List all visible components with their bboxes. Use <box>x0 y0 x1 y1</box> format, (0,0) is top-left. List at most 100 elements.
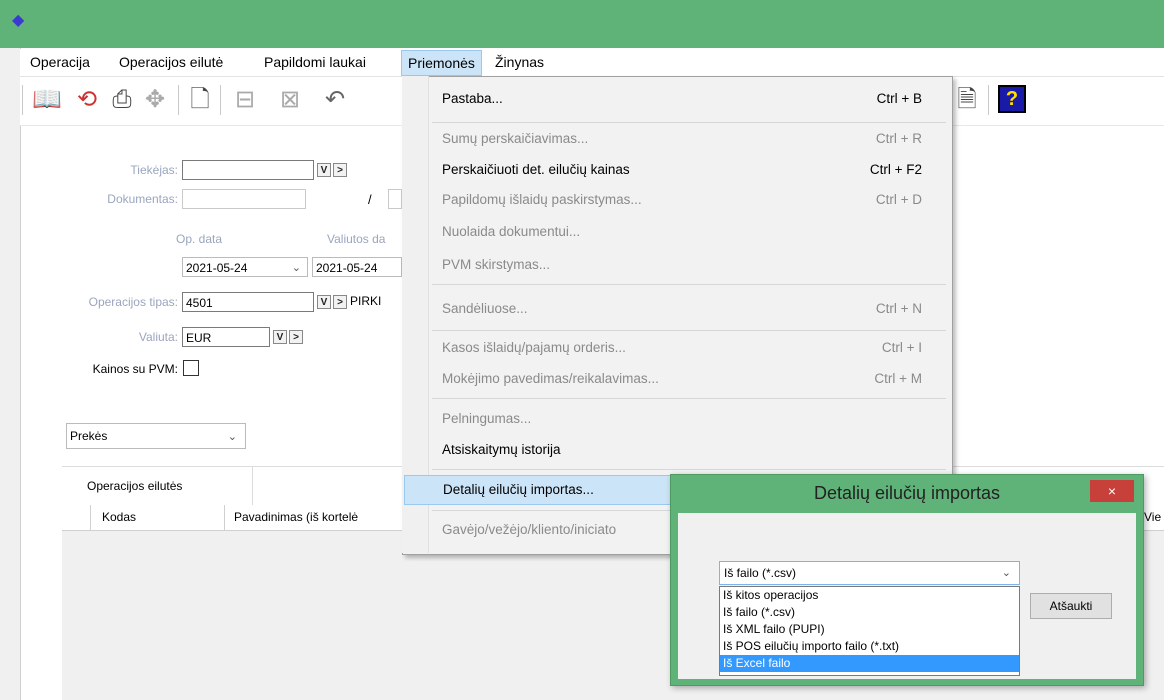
column-pavadinimas[interactable]: Pavadinimas (iš kortelė <box>234 510 358 524</box>
op-data-label: Op. data <box>176 232 223 246</box>
menu-item-shortcut: Ctrl + F2 <box>869 162 922 177</box>
menu-item-perskaiciuoti-kainas[interactable]: Perskaičiuoti det. eilučių kainas Ctrl + … <box>442 159 932 181</box>
menu-item-sumu-perskaiciavimas[interactable]: Sumų perskaičiavimas... Ctrl + R <box>442 128 932 150</box>
dokumentas-field[interactable] <box>182 189 306 209</box>
tab-operacijos-eilutes[interactable]: Operacijos eilutės <box>62 467 253 505</box>
dropdown-v-icon[interactable]: V <box>317 295 331 309</box>
dialog-title: Detalių eilučių importas <box>813 483 1001 503</box>
menu-item-label: Mokėjimo pavedimas/reikalavimas... <box>442 371 659 386</box>
menu-item-shortcut: Ctrl + D <box>875 192 922 207</box>
column-kodas[interactable]: Kodas <box>102 510 136 524</box>
left-frame <box>0 48 21 700</box>
dialog-body: Iš failo (*.csv) ⌄ Iš kitos operacijos I… <box>678 513 1136 679</box>
dropdown-v-icon[interactable]: V <box>273 330 287 344</box>
menu-separator <box>432 398 946 399</box>
toolbar-separator <box>178 85 179 115</box>
kainos-su-pvm-checkbox[interactable] <box>183 360 199 376</box>
option-is-pos-failo[interactable]: Iš POS eilučių importo failo (*.txt) <box>720 638 1019 655</box>
import-source-select[interactable]: Iš failo (*.csv) ⌄ <box>719 561 1020 585</box>
menu-separator <box>432 469 946 470</box>
arrow-right-icon[interactable]: > <box>333 295 347 309</box>
valiuta-field[interactable]: EUR <box>182 327 270 347</box>
chevron-down-icon[interactable]: ⌄ <box>292 258 301 278</box>
cancel-button[interactable]: Atšaukti <box>1030 593 1112 619</box>
menu-item-label: PVM skirstymas... <box>442 257 551 272</box>
menu-operacija[interactable]: Operacija <box>30 54 90 70</box>
menu-item-nuolaida-dokumentui[interactable]: Nuolaida dokumentui... <box>442 221 932 243</box>
dropdown-v-icon[interactable]: V <box>317 163 331 177</box>
menu-papildomi-laukai[interactable]: Papildomi laukai <box>264 54 366 70</box>
toolbar-separator <box>220 85 221 115</box>
move-icon[interactable]: ✥ <box>140 85 170 115</box>
new-document-icon[interactable]: 🗋 <box>185 85 215 115</box>
menu-item-shortcut: Ctrl + I <box>881 340 922 355</box>
document-slash: / <box>368 192 372 207</box>
menu-bar: Operacija Operacijos eilutė Papildomi la… <box>20 49 1164 77</box>
dokumentas-number-field[interactable] <box>388 189 402 209</box>
chevron-down-icon[interactable]: ⌄ <box>228 425 237 449</box>
menu-item-pastaba[interactable]: Pastaba... Ctrl + B <box>442 88 932 110</box>
app-icon[interactable]: ◆ <box>12 10 32 30</box>
menu-item-sandeliuose[interactable]: Sandėliuose... Ctrl + N <box>442 298 932 320</box>
menu-item-kasos-orderis[interactable]: Kasos išlaidų/pajamų orderis... Ctrl + I <box>442 337 932 359</box>
tiekejas-field[interactable] <box>182 160 314 180</box>
valiutos-data-field[interactable]: 2021-05-24 <box>312 257 402 277</box>
menu-separator <box>432 284 946 285</box>
menu-separator <box>432 122 946 123</box>
menu-item-shortcut: Ctrl + N <box>875 301 922 316</box>
column-vie-header[interactable]: Vie <box>1142 505 1164 529</box>
option-is-xml-failo[interactable]: Iš XML failo (PUPI) <box>720 621 1019 638</box>
menu-item-shortcut: Ctrl + R <box>875 131 922 146</box>
menu-item-shortcut: Ctrl + B <box>876 91 922 106</box>
menu-priemones[interactable]: Priemonės <box>401 50 482 76</box>
operacijos-tipas-label: Operacijos tipas: <box>88 295 178 309</box>
menu-item-label: Sandėliuose... <box>442 301 528 316</box>
menu-item-pelningumas[interactable]: Pelningumas... <box>442 408 932 430</box>
option-is-excel-failo[interactable]: Iš Excel failo <box>720 655 1019 672</box>
tab-label: Operacijos eilutės <box>87 479 183 493</box>
menu-item-label: Nuolaida dokumentui... <box>442 224 581 239</box>
import-dialog: Detalių eilučių importas × Iš failo (*.c… <box>670 474 1144 686</box>
menu-item-label: Sumų perskaičiavimas... <box>442 131 589 146</box>
menu-zinynas[interactable]: Žinynas <box>495 54 544 70</box>
option-is-kitos-operacijos[interactable]: Iš kitos operacijos <box>720 587 1019 604</box>
valiutos-data-label: Valiutos da <box>327 232 386 246</box>
book-icon[interactable]: 📖 <box>32 85 62 115</box>
operacijos-tipas-description: PIRKI <box>350 294 382 308</box>
op-data-value: 2021-05-24 <box>186 261 248 275</box>
refresh-back-icon[interactable]: ⟲ <box>72 85 102 115</box>
chevron-down-icon[interactable]: ⌄ <box>1002 562 1011 584</box>
help-icon[interactable]: ? <box>998 85 1026 113</box>
op-data-field[interactable]: 2021-05-24 ⌄ <box>182 257 308 277</box>
valiuta-value: EUR <box>186 331 212 345</box>
undo-icon[interactable]: ↶ <box>320 85 350 115</box>
import-source-value: Iš failo (*.csv) <box>724 566 797 580</box>
title-bar <box>0 0 1164 48</box>
menu-item-pvm-skirstymas[interactable]: PVM skirstymas... <box>442 254 932 276</box>
toolbar-separator <box>988 85 989 115</box>
prekes-select[interactable]: Prekės ⌄ <box>66 423 246 449</box>
menu-item-shortcut: Ctrl + M <box>874 371 922 386</box>
operacijos-tipas-field[interactable]: 4501 <box>182 292 314 312</box>
arrow-right-icon[interactable]: > <box>333 163 347 177</box>
dokumentas-label: Dokumentas: <box>107 192 178 206</box>
menu-item-atsiskaitymu-istorija[interactable]: Atsiskaitymų istorija <box>442 439 932 461</box>
cancel-document-icon[interactable]: ⊠ <box>275 85 305 115</box>
report-icon[interactable]: 🗎 <box>952 85 982 115</box>
menu-item-label: Papildomų išlaidų paskirstymas... <box>442 192 642 207</box>
menu-item-papildomu-islaidu[interactable]: Papildomų išlaidų paskirstymas... Ctrl + … <box>442 189 932 211</box>
tiekejas-label: Tiekėjas: <box>130 163 178 177</box>
prekes-value: Prekės <box>70 429 108 443</box>
valiutos-data-value: 2021-05-24 <box>316 261 378 275</box>
menu-item-mokejimo-pavedimas[interactable]: Mokėjimo pavedimas/reikalavimas... Ctrl +… <box>442 368 932 390</box>
delete-row-icon[interactable]: ⊟ <box>230 85 260 115</box>
column-vie: Vie <box>1144 510 1162 524</box>
menu-separator <box>432 330 946 331</box>
arrow-right-icon[interactable]: > <box>289 330 303 344</box>
menu-operacijos-eilute[interactable]: Operacijos eilutė <box>119 54 223 70</box>
menu-item-label: Kasos išlaidų/pajamų orderis... <box>442 340 626 355</box>
print-icon[interactable]: ⎙ <box>107 85 137 115</box>
row-selector-header <box>62 505 91 530</box>
option-is-failo-csv[interactable]: Iš failo (*.csv) <box>720 604 1019 621</box>
close-icon[interactable]: × <box>1090 480 1134 502</box>
